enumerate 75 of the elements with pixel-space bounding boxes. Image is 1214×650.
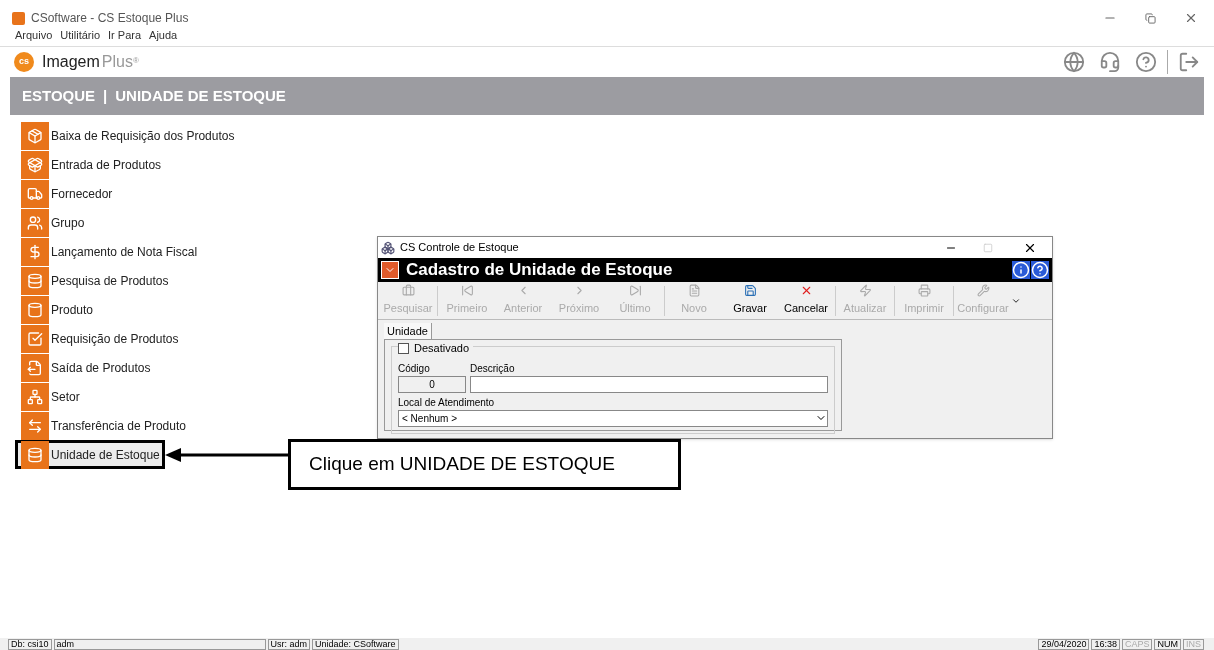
app-icon bbox=[12, 11, 25, 25]
headset-icon[interactable] bbox=[1099, 51, 1121, 73]
callout-box: Clique em UNIDADE DE ESTOQUE bbox=[288, 439, 681, 490]
sidebar-item[interactable]: Setor bbox=[18, 382, 82, 411]
sidebar-item[interactable]: Lançamento de Nota Fiscal bbox=[18, 237, 200, 266]
form-tab[interactable]: Unidade bbox=[384, 323, 432, 339]
people-icon bbox=[27, 214, 43, 231]
field-label: Local de Atendimento bbox=[398, 395, 496, 410]
status-field: CAPS bbox=[1121, 638, 1153, 650]
sidebar-item[interactable]: Grupo bbox=[18, 208, 87, 237]
dialog-title: CS Controle de Estoque bbox=[400, 240, 520, 256]
cylinder-icon bbox=[27, 446, 43, 463]
wrench-icon bbox=[976, 284, 990, 298]
logo-suffix: Plus$^{®}$ bbox=[101, 52, 139, 72]
form-icon bbox=[381, 261, 399, 279]
printer-icon bbox=[917, 284, 931, 298]
status-field: INS bbox=[1183, 638, 1204, 650]
status-field: 29/04/2020 bbox=[1038, 638, 1090, 650]
hierarchy-icon bbox=[27, 388, 43, 405]
sidebar-item[interactable]: Unidade de Estoque bbox=[15, 440, 165, 469]
info-icon[interactable] bbox=[1012, 261, 1030, 279]
sidebar-item[interactable]: Produto bbox=[18, 295, 96, 324]
globe-icon[interactable] bbox=[1063, 51, 1085, 73]
restore-icon[interactable] bbox=[1145, 12, 1156, 24]
sidebar-item[interactable]: Baixa de Requisição dos Produtos bbox=[18, 121, 237, 150]
dollar-icon bbox=[27, 243, 43, 260]
description-field[interactable] bbox=[470, 375, 828, 393]
document-icon bbox=[687, 284, 701, 298]
save-icon bbox=[743, 284, 757, 298]
cylinder-icon bbox=[27, 301, 43, 318]
menu-item[interactable]: Ir Para bbox=[108, 26, 142, 44]
status-field: Usr: adm bbox=[267, 638, 311, 650]
menu-item[interactable]: Utilitário bbox=[60, 26, 101, 44]
sidebar-item[interactable]: Pesquisa de Produtos bbox=[18, 266, 171, 295]
sidebar-item[interactable]: Saída de Produtos bbox=[18, 353, 153, 382]
status-field: adm bbox=[53, 638, 266, 650]
status-field: 16:38 bbox=[1091, 638, 1120, 650]
field-label: Descrição bbox=[470, 361, 516, 376]
boxes-icon bbox=[381, 240, 395, 255]
briefcase-icon bbox=[401, 284, 415, 298]
toolbar-button[interactable]: Cancelar bbox=[778, 284, 834, 317]
check-icon bbox=[27, 330, 43, 347]
field-label: Código bbox=[398, 361, 431, 376]
first-icon bbox=[460, 284, 474, 298]
exit-icon[interactable] bbox=[1178, 51, 1200, 73]
header-page: UNIDADE DE ESTOQUE bbox=[115, 85, 286, 106]
menu-item[interactable]: Ajuda bbox=[149, 26, 178, 44]
box-icon bbox=[27, 127, 43, 144]
status-field: NUM bbox=[1154, 638, 1181, 650]
location-dropdown[interactable]: < Nenhum > bbox=[398, 409, 828, 427]
logo-name: Imagem bbox=[42, 52, 100, 72]
truck-icon bbox=[27, 185, 43, 202]
sidebar-item[interactable]: Entrada de Produtos bbox=[18, 150, 164, 179]
status-field: Unidade: CSoftware bbox=[312, 638, 399, 650]
help-icon[interactable] bbox=[1135, 51, 1157, 73]
toolbar-button[interactable]: Gravar bbox=[722, 284, 778, 317]
logo-badge: cs bbox=[14, 52, 34, 72]
checkbox-label: Desativado bbox=[414, 341, 470, 356]
header-separator: | bbox=[103, 85, 108, 106]
transfer-icon bbox=[27, 417, 43, 434]
sidebar-item[interactable]: Fornecedor bbox=[18, 179, 115, 208]
sidebar-item[interactable]: Requisição de Produtos bbox=[18, 324, 181, 353]
last-icon bbox=[628, 284, 642, 298]
menu-item[interactable]: Arquivo bbox=[15, 26, 53, 44]
window-title: CSoftware - CS Estoque Plus bbox=[31, 10, 190, 27]
box-icon bbox=[27, 156, 43, 173]
checkbox[interactable] bbox=[398, 342, 409, 354]
header-section: ESTOQUE bbox=[22, 84, 96, 108]
cylinder-icon bbox=[27, 272, 43, 289]
lightning-icon bbox=[858, 284, 872, 298]
code-field: 0 bbox=[398, 375, 466, 393]
dialog-heading: Cadastro de Unidade de Estoque bbox=[406, 259, 674, 282]
document-icon bbox=[27, 359, 43, 376]
status-field: Db: csi10 bbox=[8, 638, 52, 650]
sidebar-item[interactable]: Transferência de Produto bbox=[18, 411, 188, 440]
